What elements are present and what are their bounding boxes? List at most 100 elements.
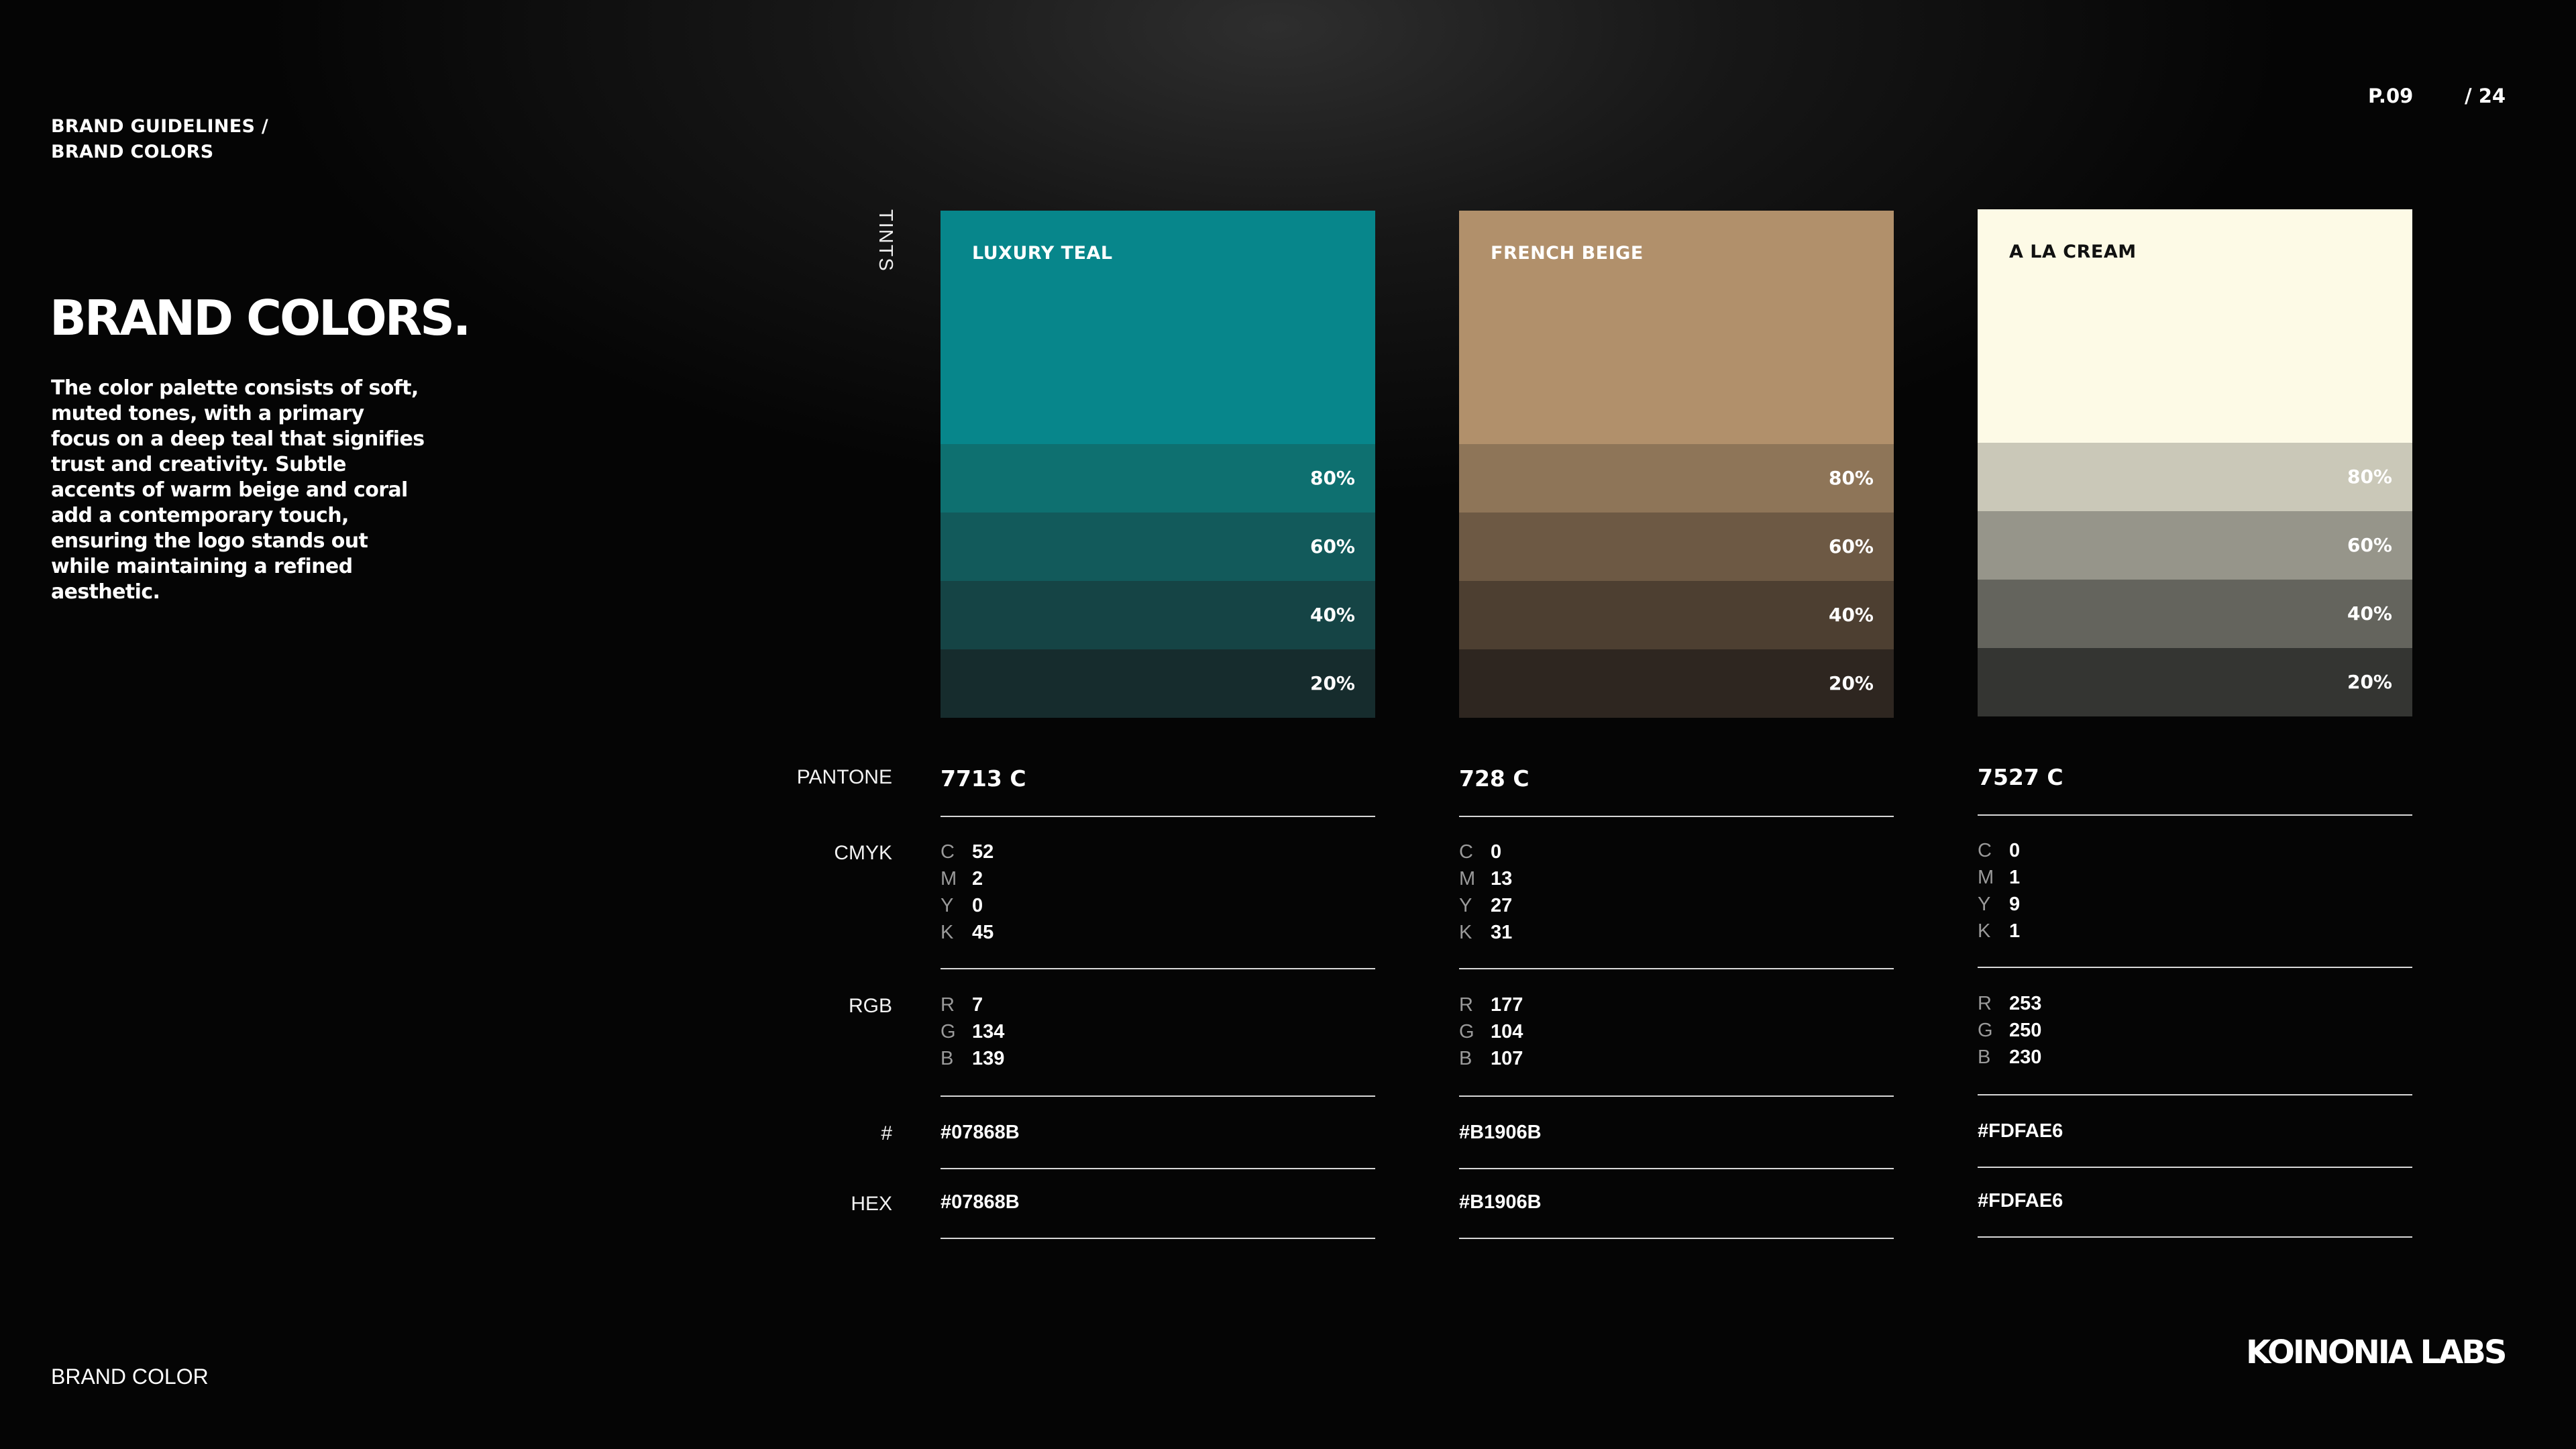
rgb-value: 104 xyxy=(1491,1021,1523,1042)
divider xyxy=(941,816,1375,817)
swatch-primary: A LA CREAM xyxy=(1978,209,2412,443)
divider xyxy=(1978,967,2412,968)
rgb-row: G 104 xyxy=(1459,1018,1523,1045)
cmyk-key: M xyxy=(941,868,957,890)
divider xyxy=(1978,1167,2412,1168)
cmyk-value: 2 xyxy=(972,868,983,890)
tint-percent: 60% xyxy=(2347,534,2392,556)
divider xyxy=(1459,1095,1894,1097)
rgb-row: R 253 xyxy=(1978,990,2041,1017)
tint-row: 20% xyxy=(941,649,1375,718)
breadcrumb-current: BRAND COLORS xyxy=(51,142,214,162)
cmyk-value: 27 xyxy=(1491,895,1513,916)
pantone-label: PANTONE xyxy=(796,766,892,788)
rgb-key: R xyxy=(1459,994,1473,1016)
rgb-key: B xyxy=(1459,1048,1472,1069)
tint-row: 60% xyxy=(941,513,1375,581)
cmyk-key: K xyxy=(1459,922,1472,943)
cmyk-row: Y0 xyxy=(941,892,983,919)
tint-row: 40% xyxy=(1978,580,2412,648)
breadcrumb: BRAND GUIDELINES / BRAND COLORS xyxy=(51,114,268,165)
color-swatch[interactable]: FRENCH BEIGE 80% 60% 40% 20% xyxy=(1459,211,1894,718)
tint-percent: 40% xyxy=(1828,604,1874,626)
tint-percent: 20% xyxy=(1828,672,1874,694)
hex-value: #FDFAE6 xyxy=(1978,1190,2063,1212)
divider xyxy=(1459,816,1894,817)
rgb-row: R7 xyxy=(941,991,983,1018)
tint-percent: 40% xyxy=(2347,602,2392,625)
tint-row: 60% xyxy=(1459,513,1894,581)
rgb-key: G xyxy=(1978,1020,1993,1041)
rgb-key: G xyxy=(1459,1021,1474,1042)
rgb-value: 230 xyxy=(2009,1046,2042,1068)
page-title: BRAND COLORS. xyxy=(50,290,471,346)
cmyk-value: 1 xyxy=(2009,867,2021,888)
cmyk-value: 0 xyxy=(1491,841,1502,863)
swatch-name: FRENCH BEIGE xyxy=(1491,243,1644,264)
tint-row: 20% xyxy=(1978,648,2412,716)
rgb-row: G 134 xyxy=(941,1018,1004,1045)
cmyk-value: 1 xyxy=(2009,920,2021,942)
cmyk-value: 31 xyxy=(1491,922,1513,943)
cmyk-label: CMYK xyxy=(834,842,892,864)
swatch-primary: FRENCH BEIGE xyxy=(1459,211,1894,444)
tint-row: 80% xyxy=(1459,444,1894,513)
divider xyxy=(1978,814,2412,816)
cmyk-row: Y9 xyxy=(1978,891,2020,918)
cmyk-key: Y xyxy=(1978,894,1991,915)
cmyk-key: C xyxy=(1459,841,1473,863)
tint-row: 80% xyxy=(1978,443,2412,511)
divider xyxy=(941,1238,1375,1239)
rgb-row: G 250 xyxy=(1978,1017,2041,1044)
cmyk-row: M2 xyxy=(941,865,983,892)
tint-percent: 20% xyxy=(2347,671,2392,693)
hex-value: #B1906B xyxy=(1459,1191,1542,1213)
rgb-key: B xyxy=(1978,1046,1991,1068)
page-number: P.09 xyxy=(2368,85,2414,107)
rgb-value: 134 xyxy=(972,1021,1005,1042)
rgb-value: 253 xyxy=(2009,993,2042,1014)
cmyk-row: C 52 xyxy=(941,839,994,865)
cmyk-key: M xyxy=(1978,867,1994,888)
company-logo: KOINONIA LABS xyxy=(2246,1334,2507,1371)
cmyk-row: K 31 xyxy=(1459,919,1512,946)
divider xyxy=(1459,1168,1894,1169)
tint-percent: 60% xyxy=(1828,535,1874,557)
cmyk-row: K1 xyxy=(1978,918,2020,945)
tint-percent: 60% xyxy=(1309,535,1355,557)
pantone-value: 7713 C xyxy=(941,765,1026,792)
cmyk-row: M1 xyxy=(1978,864,2020,891)
hex-label: HEX xyxy=(851,1193,892,1215)
divider xyxy=(1978,1236,2412,1238)
rgb-row: B 139 xyxy=(941,1045,1004,1072)
hash-label: # xyxy=(881,1122,892,1144)
cmyk-key: Y xyxy=(1459,895,1472,916)
rgb-key: G xyxy=(941,1021,956,1042)
rgb-value: 7 xyxy=(972,994,983,1016)
rgb-key: R xyxy=(1978,993,1992,1014)
hex-value: #07868B xyxy=(941,1191,1020,1213)
hash-value: #B1906B xyxy=(1459,1122,1542,1143)
breadcrumb-section[interactable]: BRAND GUIDELINES / xyxy=(51,114,268,140)
cmyk-key: K xyxy=(1978,920,1991,942)
cmyk-key: C xyxy=(941,841,955,863)
rgb-row: R 177 xyxy=(1459,991,1523,1018)
tint-row: 40% xyxy=(941,581,1375,649)
divider xyxy=(1459,1238,1894,1239)
rgb-value: 139 xyxy=(972,1048,1005,1069)
tint-row: 20% xyxy=(1459,649,1894,718)
color-swatch[interactable]: LUXURY TEAL 80% 60% 40% 20% xyxy=(941,211,1375,718)
divider xyxy=(1978,1094,2412,1095)
rgb-value: 250 xyxy=(2009,1020,2042,1041)
tint-row: 40% xyxy=(1459,581,1894,649)
color-swatch[interactable]: A LA CREAM 80% 60% 40% 20% xyxy=(1978,209,2412,716)
rgb-value: 107 xyxy=(1491,1048,1523,1069)
cmyk-value: 0 xyxy=(2009,840,2021,861)
swatch-name: A LA CREAM xyxy=(2009,241,2137,262)
tint-percent: 80% xyxy=(2347,466,2392,488)
footer-section-label: BRAND COLOR xyxy=(51,1364,209,1389)
tint-percent: 80% xyxy=(1309,467,1355,489)
tint-percent: 20% xyxy=(1309,672,1355,694)
cmyk-key: C xyxy=(1978,840,1992,861)
cmyk-key: M xyxy=(1459,868,1476,890)
